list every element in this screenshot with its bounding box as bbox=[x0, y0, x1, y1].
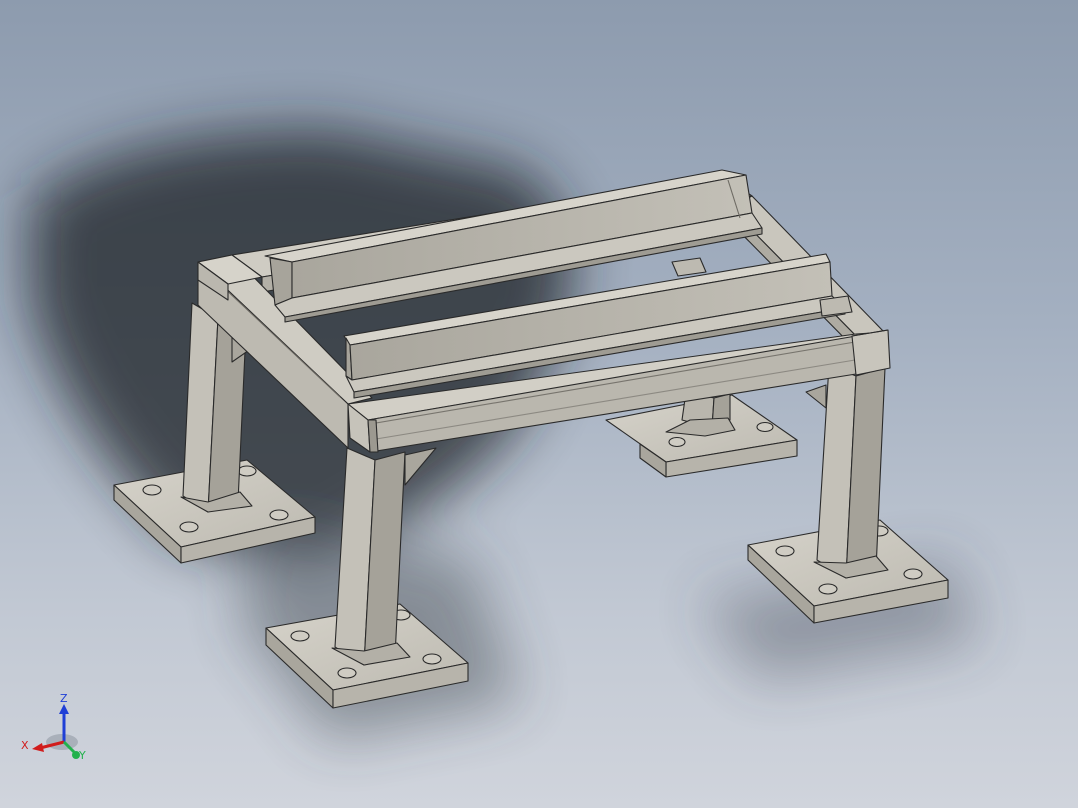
x-axis-arrow-icon bbox=[32, 743, 44, 752]
coordinate-triad[interactable]: Z X Y bbox=[14, 686, 104, 776]
cross-member-2 bbox=[819, 295, 853, 317]
z-axis-arrow-icon bbox=[59, 704, 69, 714]
gusset-right bbox=[805, 384, 827, 409]
cad-viewport[interactable] bbox=[0, 0, 1078, 808]
y-axis-label: Y bbox=[78, 749, 86, 762]
x-axis-label: X bbox=[21, 739, 29, 752]
corner-block-front-right bbox=[851, 329, 891, 376]
cross-member bbox=[671, 257, 707, 277]
z-axis-label: Z bbox=[60, 692, 68, 705]
